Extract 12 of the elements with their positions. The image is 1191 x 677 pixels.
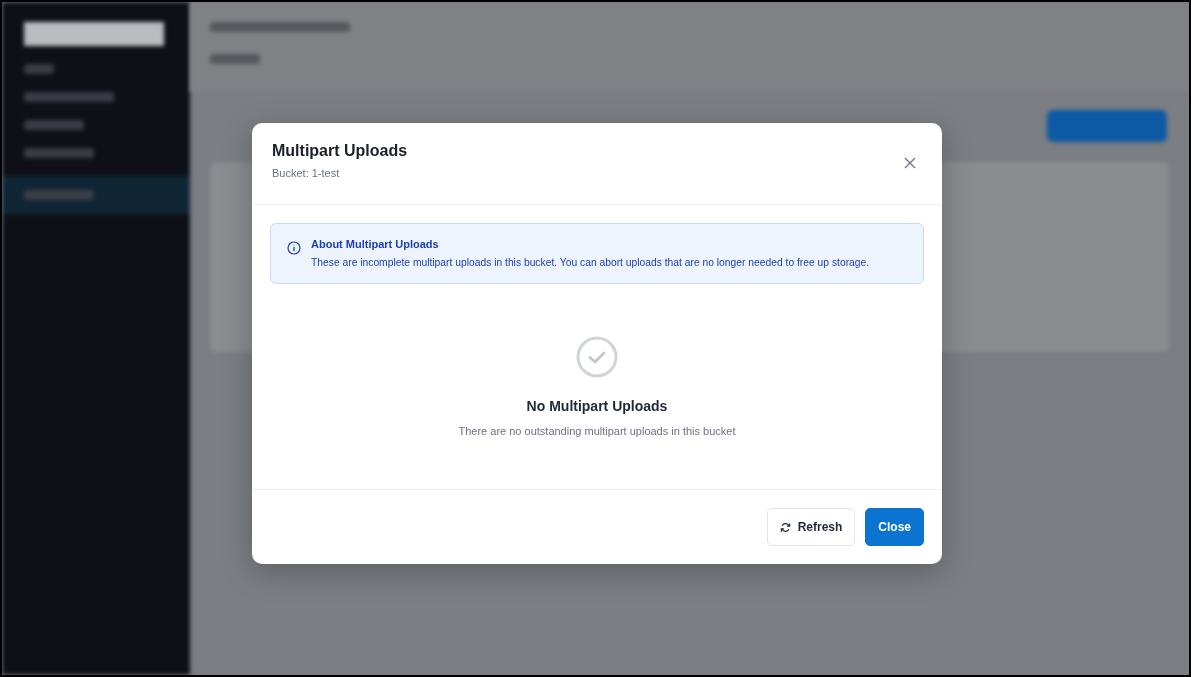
info-title: About Multipart Uploads xyxy=(311,236,440,252)
empty-state-text: There are no outstanding multipart uploads in this bucket xyxy=(458,423,736,439)
dialog-title: Multipart Uploads xyxy=(272,141,408,161)
close-icon xyxy=(904,157,916,169)
info-icon xyxy=(287,241,301,256)
close-dialog-button[interactable]: Close xyxy=(865,508,924,547)
bucket-subtitle: Bucket: 1-test xyxy=(272,166,341,182)
empty-state-title: No Multipart Uploads xyxy=(526,396,668,416)
refresh-button[interactable]: Refresh xyxy=(766,508,856,547)
info-text: These are incomplete multipart uploads in this bucket. You can abort uploads that are no longer needed to free up storage. xyxy=(311,256,870,271)
refresh-icon xyxy=(779,521,791,533)
check-circle-icon xyxy=(576,335,618,378)
